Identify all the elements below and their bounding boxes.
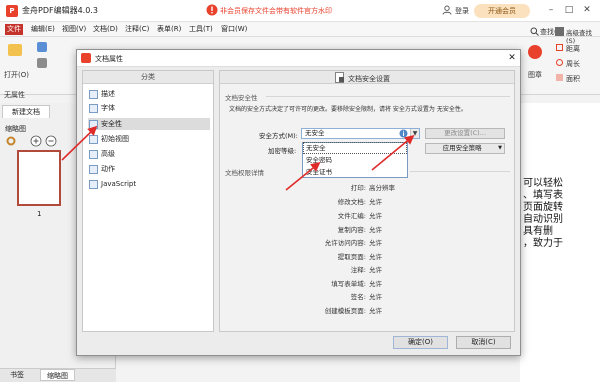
permission-value: 允许 bbox=[369, 212, 382, 220]
perimeter-icon[interactable] bbox=[556, 59, 563, 66]
menu-file[interactable]: 文件 bbox=[5, 24, 23, 35]
search-icon[interactable] bbox=[530, 27, 539, 36]
print-icon[interactable] bbox=[37, 58, 47, 68]
stamp-icon[interactable] bbox=[528, 45, 542, 59]
dropdown-option-certificate[interactable]: 安全证书 bbox=[304, 167, 406, 177]
vip-button[interactable]: 开通会员 bbox=[474, 4, 530, 18]
apply-policy-label: 应用安全策略 bbox=[442, 144, 482, 152]
permissions-group-label: 文档权限详情 bbox=[225, 169, 264, 177]
area-button[interactable]: 面积 bbox=[566, 74, 580, 84]
watermark-notice[interactable]: 非会员保存文件会带有软件官方水印 bbox=[220, 6, 332, 16]
permission-label: 创建模板页面: bbox=[324, 307, 366, 315]
dropdown-option-none[interactable]: 无安全 bbox=[303, 142, 407, 154]
category-initial-view[interactable]: 初始视图 bbox=[88, 133, 210, 145]
category-security[interactable]: 安全性 bbox=[88, 118, 210, 130]
permission-value: 允许 bbox=[369, 253, 382, 261]
close-icon[interactable]: ✕ bbox=[580, 3, 594, 17]
lock-icon bbox=[89, 120, 98, 129]
zoom-out-icon[interactable] bbox=[45, 135, 57, 147]
cancel-button[interactable]: 取消(C) bbox=[456, 336, 511, 349]
distance-icon[interactable] bbox=[556, 44, 563, 51]
permission-label: 注释: bbox=[350, 266, 366, 274]
dropdown-option-password[interactable]: 安全密码 bbox=[304, 155, 406, 165]
permission-label: 提取页面: bbox=[337, 253, 366, 261]
page-thumbnail[interactable] bbox=[17, 150, 61, 206]
permission-value: 允许 bbox=[369, 307, 382, 315]
info-icon[interactable] bbox=[399, 129, 408, 138]
permission-label: 复制内容: bbox=[337, 226, 366, 234]
apply-policy-select[interactable]: 应用安全策略 ▼ bbox=[425, 143, 505, 154]
menu-bar bbox=[0, 22, 600, 37]
user-icon bbox=[442, 5, 452, 15]
menu-window[interactable]: 窗口(W) bbox=[219, 24, 249, 35]
category-header: 分类 bbox=[83, 71, 213, 84]
login-link[interactable]: 登录 bbox=[455, 6, 469, 16]
chevron-down-icon[interactable]: ▼ bbox=[410, 129, 419, 138]
permission-value: 高分辨率 bbox=[369, 184, 395, 192]
security-method-label: 安全方式(M): bbox=[259, 132, 298, 140]
group-divider bbox=[410, 171, 510, 172]
security-method-value: 无安全 bbox=[305, 129, 325, 137]
dialog-title-bar[interactable] bbox=[77, 50, 520, 67]
app-logo: P bbox=[6, 5, 18, 17]
minimize-icon[interactable]: – bbox=[544, 3, 558, 17]
group-divider bbox=[266, 96, 510, 97]
permission-value: 允许 bbox=[369, 293, 382, 301]
stamp-button[interactable]: 图章 bbox=[528, 70, 542, 80]
security-group-label: 文档安全性 bbox=[225, 94, 258, 102]
page-number: 1 bbox=[37, 210, 42, 218]
permission-label: 允许访问内容: bbox=[324, 239, 366, 247]
category-javascript[interactable]: JavaScript bbox=[88, 178, 210, 190]
open-button-label[interactable]: 打开(O) bbox=[4, 70, 29, 80]
permission-value: 允许 bbox=[369, 280, 382, 288]
permission-label: 文件汇编: bbox=[337, 212, 366, 220]
menu-edit[interactable]: 编辑(E) bbox=[29, 24, 57, 35]
doc-text-line: ，致力于 bbox=[523, 238, 563, 249]
zoom-in-icon[interactable] bbox=[30, 135, 42, 147]
permission-label: 填写表单域: bbox=[331, 280, 366, 288]
menu-view[interactable]: 视图(V) bbox=[60, 24, 88, 35]
permission-label: 打印: bbox=[350, 184, 366, 192]
area-icon[interactable] bbox=[556, 74, 563, 81]
category-description[interactable]: 描述 bbox=[88, 88, 210, 100]
permission-label: 签名: bbox=[350, 293, 366, 301]
chevron-down-icon: ▼ bbox=[498, 145, 502, 151]
dialog-title: 文档属性 bbox=[95, 55, 123, 63]
settings-panel-title: 文档安全设置 bbox=[348, 75, 390, 83]
ok-button[interactable]: 确定(O) bbox=[393, 336, 448, 349]
warning-icon bbox=[206, 4, 218, 16]
document-lock-icon bbox=[335, 72, 344, 83]
gear-icon[interactable] bbox=[5, 135, 17, 147]
app-title: 金舟PDF编辑器4.0.3 bbox=[22, 6, 98, 15]
maximize-icon[interactable]: □ bbox=[562, 3, 576, 17]
menu-document[interactable]: 文档(D) bbox=[91, 24, 120, 35]
permission-label: 修改文档: bbox=[337, 198, 366, 206]
distance-button[interactable]: 距离 bbox=[566, 44, 580, 54]
dialog-close-icon[interactable]: ✕ bbox=[505, 51, 519, 65]
tab-thumbnails[interactable]: 缩略图 bbox=[40, 369, 75, 381]
menu-comment[interactable]: 注释(C) bbox=[123, 24, 151, 35]
save-icon[interactable] bbox=[37, 42, 47, 52]
category-advanced[interactable]: 高级 bbox=[88, 148, 210, 160]
perimeter-button[interactable]: 周长 bbox=[566, 59, 580, 69]
advanced-find-button[interactable]: 高级查找(S) bbox=[566, 27, 600, 45]
permission-value: 允许 bbox=[369, 226, 382, 234]
tab-bookmarks[interactable]: 书签 bbox=[4, 369, 30, 381]
permission-value: 允许 bbox=[369, 266, 382, 274]
category-actions[interactable]: 动作 bbox=[88, 163, 210, 175]
menu-form[interactable]: 表单(R) bbox=[155, 24, 183, 35]
tab-new-document[interactable]: 新建文档 bbox=[2, 105, 50, 118]
security-description: 文档的安全方式决定了可许可的更改。要移除安全限制，请将 安全方式设置为 无安全性… bbox=[229, 106, 467, 113]
dialog-app-icon bbox=[81, 53, 91, 63]
change-settings-button[interactable]: 更改设置(C)... bbox=[425, 128, 505, 139]
open-folder-icon[interactable] bbox=[8, 44, 22, 56]
permission-value: 允许 bbox=[369, 198, 382, 206]
encryption-level-label: 加密等级: bbox=[268, 147, 297, 155]
advanced-find-icon[interactable] bbox=[555, 27, 564, 36]
thumbnails-header: 缩略图 bbox=[5, 125, 26, 133]
menu-tools[interactable]: 工具(T) bbox=[187, 24, 215, 35]
category-fonts[interactable]: 字体 bbox=[88, 102, 210, 114]
no-property-label: 无属性 bbox=[4, 91, 25, 99]
permission-value: 允许 bbox=[369, 239, 382, 247]
